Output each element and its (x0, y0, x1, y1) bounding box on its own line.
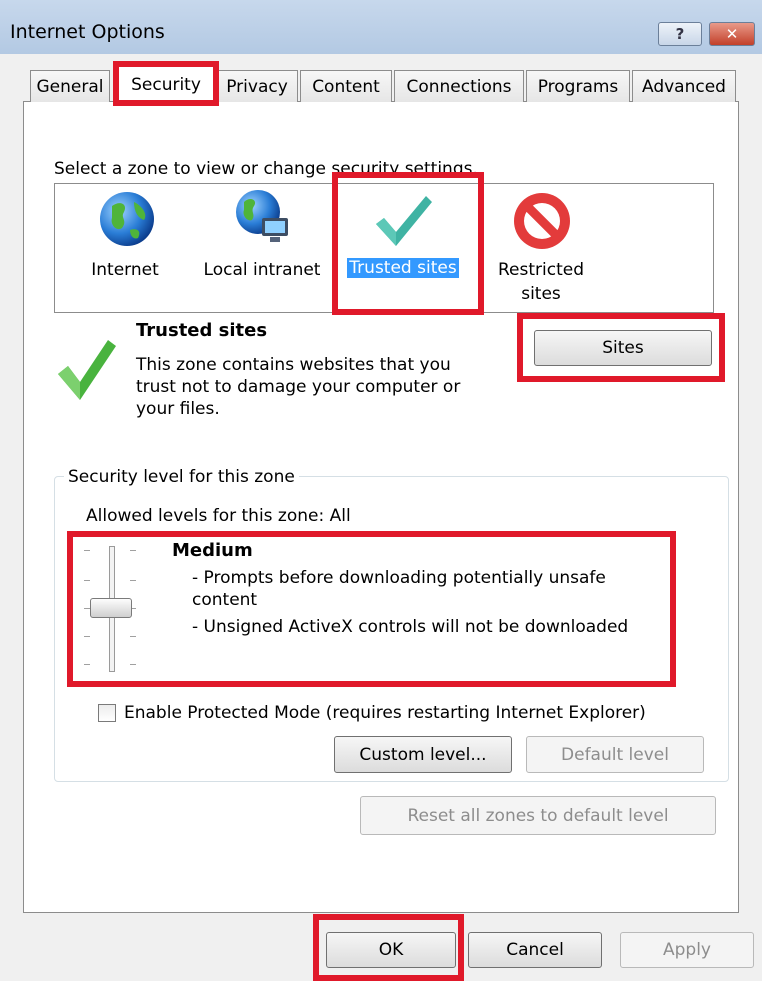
close-button[interactable]: ✕ (709, 22, 755, 46)
level-bullet-2: - Unsigned ActiveX controls will not be … (192, 617, 629, 637)
tab-security[interactable]: Security (116, 64, 216, 104)
slider-thumb[interactable] (90, 598, 132, 618)
zone-prompt: Select a zone to view or change security… (54, 159, 478, 179)
ok-button[interactable]: OK (326, 932, 456, 968)
selected-zone-description: This zone contains websites that you tru… (136, 355, 461, 419)
zone-internet-label: Internet (91, 260, 159, 280)
tab-programs[interactable]: Programs (526, 70, 630, 102)
level-name: Medium (172, 540, 253, 561)
selected-zone-name: Trusted sites (136, 320, 268, 341)
protected-mode-label[interactable]: Enable Protected Mode (requires restarti… (124, 702, 646, 724)
help-button[interactable]: ? (658, 22, 702, 46)
security-level-group-title: Security level for this zone (64, 467, 299, 487)
window-title: Internet Options (10, 21, 165, 43)
cancel-button[interactable]: Cancel (468, 932, 602, 968)
zone-local-intranet[interactable] (232, 188, 302, 253)
default-level-button[interactable]: Default level (526, 736, 704, 773)
tab-privacy[interactable]: Privacy (216, 70, 298, 102)
security-level-slider[interactable] (84, 538, 152, 672)
zone-trusted-sites-label-wrap: Trusted sites (342, 256, 464, 280)
level-bullet-1: - Prompts before downloading potentially… (192, 568, 606, 610)
zone-restricted-sites[interactable] (511, 190, 573, 257)
zone-trusted-sites-label: Trusted sites (347, 258, 459, 278)
prohibited-icon (511, 193, 573, 257)
reset-all-zones-button[interactable]: Reset all zones to default level (360, 796, 716, 835)
protected-mode-checkbox[interactable] (98, 704, 116, 722)
checkmark-icon (370, 196, 434, 255)
allowed-levels-text: Allowed levels for this zone: All (86, 506, 351, 526)
zone-internet[interactable] (92, 190, 162, 253)
apply-button[interactable]: Apply (620, 932, 754, 968)
tab-general[interactable]: General (30, 70, 110, 102)
tab-connections[interactable]: Connections (394, 70, 524, 102)
selected-zone-checkmark-icon (54, 334, 118, 409)
zone-restricted-sites-label: Restricted sites (497, 260, 584, 304)
tab-content[interactable]: Content (300, 70, 392, 102)
custom-level-button[interactable]: Custom level... (334, 736, 512, 773)
globe-icon (98, 192, 156, 253)
network-globe-icon (232, 190, 294, 253)
tab-advanced[interactable]: Advanced (632, 70, 736, 102)
zone-local-intranet-label: Local intranet (203, 260, 321, 280)
zone-trusted-sites[interactable] (370, 190, 434, 255)
sites-button[interactable]: Sites (534, 330, 712, 366)
